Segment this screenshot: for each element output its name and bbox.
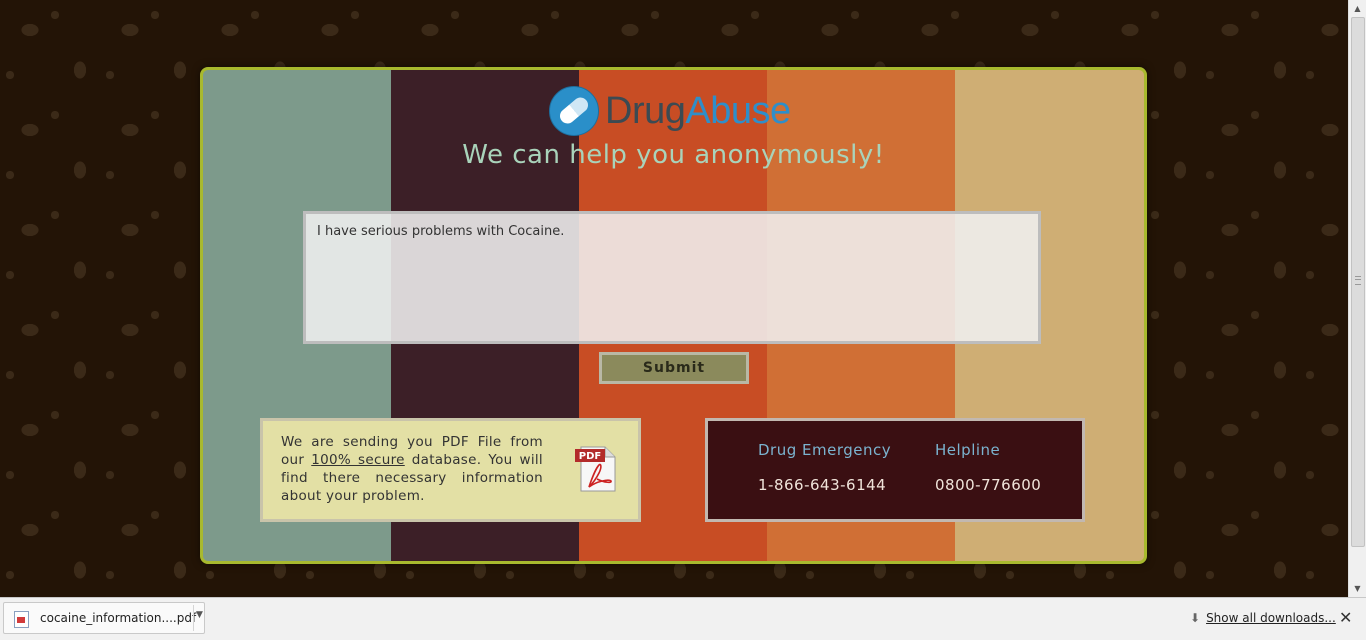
- page-content: DrugAbuse We can help you anonymously! I…: [0, 0, 1349, 597]
- scroll-down-arrow-icon[interactable]: ▼: [1349, 580, 1366, 597]
- pdf-icon-label: PDF: [579, 451, 601, 462]
- pdf-notice-box: We are sending you PDF File from our 100…: [260, 418, 641, 522]
- download-item[interactable]: cocaine_information....pdf ▼: [3, 602, 205, 634]
- drug-emergency-label: Drug Emergency: [758, 441, 892, 459]
- helpline-label: Helpline: [935, 441, 1001, 459]
- pdf-file-icon: [14, 611, 29, 628]
- download-item-divider: [193, 605, 194, 631]
- helpline-number: 0800-776600: [935, 476, 1042, 494]
- message-textarea[interactable]: I have serious problems with Cocaine.: [303, 211, 1041, 344]
- secure-link[interactable]: 100% secure: [311, 452, 404, 468]
- pdf-icon: PDF: [575, 446, 616, 492]
- scroll-up-arrow-icon[interactable]: ▲: [1349, 0, 1366, 17]
- logo-abuse-text: Abuse: [685, 89, 791, 132]
- chevron-down-icon[interactable]: ▼: [196, 610, 203, 620]
- logo-drug-text: Drug: [605, 89, 686, 132]
- scroll-thumb[interactable]: [1351, 17, 1365, 547]
- drug-emergency-number: 1-866-643-6144: [758, 476, 887, 494]
- pill-icon: [549, 86, 599, 136]
- close-icon[interactable]: ✕: [1339, 608, 1352, 627]
- show-all-downloads-link[interactable]: ⬇ Show all downloads...: [1190, 611, 1336, 625]
- main-panel: DrugAbuse We can help you anonymously! I…: [200, 67, 1147, 564]
- scroll-grip: [1355, 276, 1361, 285]
- tagline: We can help you anonymously!: [462, 140, 885, 170]
- pdf-notice-text: We are sending you PDF File from our 100…: [281, 433, 543, 505]
- download-file-name[interactable]: cocaine_information....pdf: [40, 611, 196, 625]
- submit-button[interactable]: Submit: [599, 352, 749, 384]
- downloads-bar: cocaine_information....pdf ▼ ⬇ Show all d…: [0, 597, 1366, 640]
- logo-text: DrugAbuse: [605, 90, 791, 133]
- emergency-contacts-box: Drug Emergency 1-866-643-6144 Helpline 0…: [705, 418, 1085, 522]
- download-arrow-icon: ⬇: [1190, 611, 1201, 625]
- show-all-downloads-label[interactable]: Show all downloads...: [1206, 611, 1336, 625]
- site-logo[interactable]: DrugAbuse: [549, 85, 791, 137]
- vertical-scrollbar[interactable]: ▲ ▼: [1348, 0, 1366, 597]
